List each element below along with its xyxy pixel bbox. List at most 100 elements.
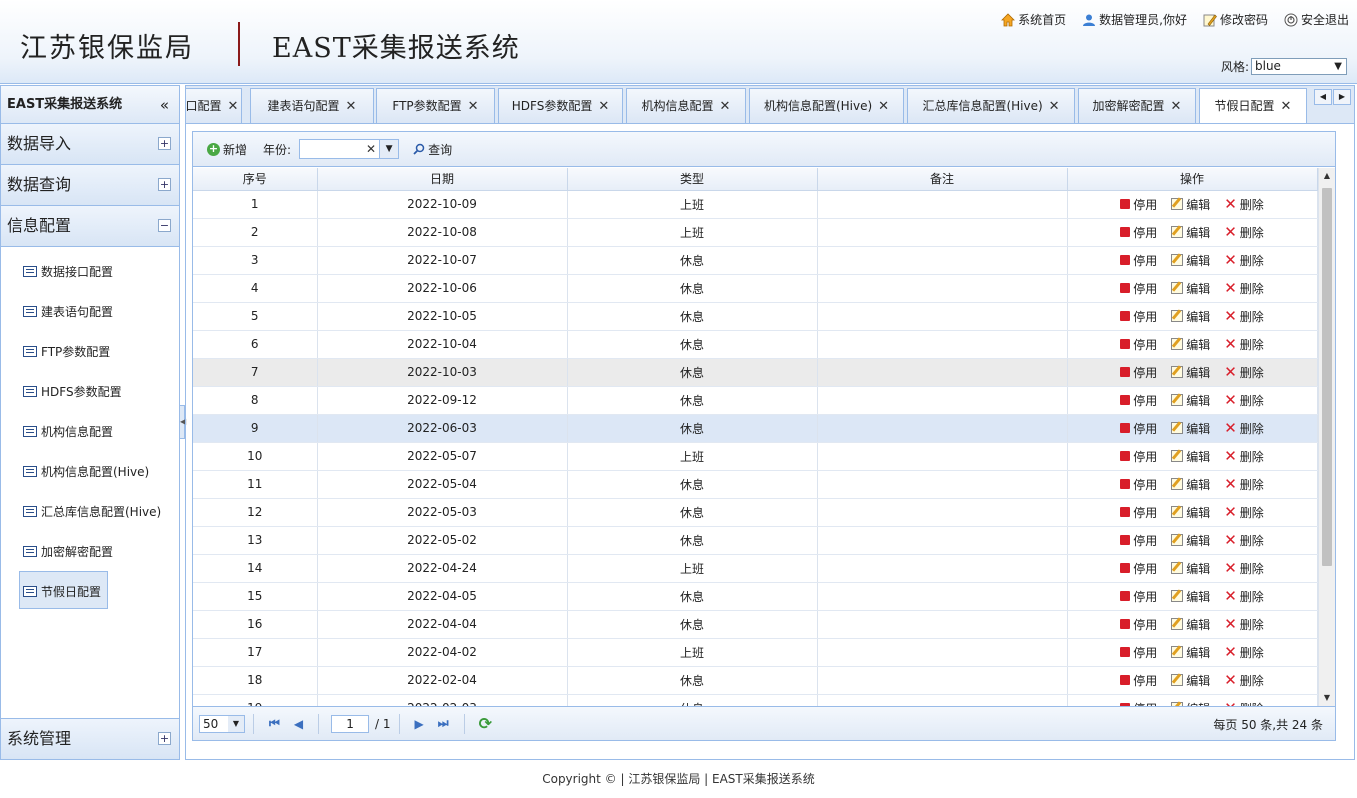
disable-button[interactable]: 停用	[1120, 308, 1157, 325]
grid-vertical-scrollbar[interactable]: ▲ ▼	[1318, 168, 1335, 706]
delete-button[interactable]: ✕删除	[1224, 588, 1264, 605]
edit-button[interactable]: 编辑	[1171, 672, 1210, 689]
user-link[interactable]: 数据管理员,你好	[1082, 11, 1187, 28]
table-row[interactable]: 192022-02-03休息 停用编辑✕删除	[193, 694, 1318, 706]
edit-button[interactable]: 编辑	[1171, 560, 1210, 577]
delete-button[interactable]: ✕删除	[1224, 532, 1264, 549]
sidebar-section-data-query[interactable]: 数据查询 +	[1, 165, 179, 206]
current-page-input[interactable]: 1	[331, 714, 370, 733]
scroll-down-icon[interactable]: ▼	[1319, 690, 1335, 706]
disable-button[interactable]: 停用	[1120, 252, 1157, 269]
refresh-icon[interactable]: ⟳	[479, 714, 492, 733]
table-row[interactable]: 18 2022-02-04 休息 停用 编辑 ✕ 删除	[193, 666, 1318, 695]
edit-button[interactable]: 编辑	[1171, 336, 1210, 353]
table-row[interactable]: 17 2022-04-02 上班 停用 编辑 ✕ 删除	[193, 638, 1318, 667]
edit-button[interactable]: 编辑	[1171, 476, 1210, 493]
column-header-no[interactable]: 序号	[193, 168, 318, 191]
clear-icon[interactable]: ✕	[366, 142, 376, 156]
table-row[interactable]: 6 2022-10-04 休息 停用 编辑 ✕ 删除	[193, 330, 1318, 359]
tab-crypto-config[interactable]: 加密解密配置 ✕	[1078, 88, 1196, 123]
close-icon[interactable]: ✕	[720, 99, 731, 114]
scroll-up-icon[interactable]: ▲	[1319, 168, 1335, 184]
sidebar-item-org-config[interactable]: 机构信息配置	[1, 411, 179, 451]
table-row[interactable]: 13 2022-05-02 休息 停用 编辑 ✕ 删除	[193, 526, 1318, 555]
disable-button[interactable]: 停用	[1120, 560, 1157, 577]
sidebar-item-ddl-config[interactable]: 建表语句配置	[1, 291, 179, 331]
sidebar-item-hdfs-config[interactable]: HDFS参数配置	[1, 371, 179, 411]
delete-button[interactable]: ✕删除	[1224, 420, 1264, 437]
sidebar-section-data-import[interactable]: 数据导入 +	[1, 124, 179, 165]
prev-page-icon[interactable]: ◀	[294, 717, 303, 731]
close-icon[interactable]: ✕	[598, 99, 609, 114]
edit-button[interactable]: 编辑	[1171, 504, 1210, 521]
last-page-icon[interactable]: ⏭	[438, 716, 449, 731]
edit-button[interactable]: 编辑	[1171, 224, 1210, 241]
delete-button[interactable]: ✕删除	[1224, 196, 1264, 213]
edit-button[interactable]: 编辑	[1171, 448, 1210, 465]
table-row[interactable]: 4 2022-10-06 休息 停用 编辑 ✕ 删除	[193, 274, 1318, 303]
edit-button[interactable]: 编辑	[1171, 196, 1210, 213]
collapse-icon[interactable]: −	[158, 219, 171, 232]
disable-button[interactable]: 停用	[1120, 672, 1157, 689]
disable-button[interactable]: 停用	[1120, 224, 1157, 241]
close-icon[interactable]: ✕	[1281, 99, 1292, 114]
delete-button[interactable]: ✕删除	[1224, 560, 1264, 577]
disable-button[interactable]: 停用	[1120, 616, 1157, 633]
disable-button[interactable]: 停用	[1120, 532, 1157, 549]
disable-button[interactable]: 停用	[1120, 336, 1157, 353]
tab-hdfs-config[interactable]: HDFS参数配置 ✕	[498, 88, 623, 123]
disable-button[interactable]: 停用	[1120, 476, 1157, 493]
edit-button[interactable]: 编辑	[1171, 588, 1210, 605]
expand-icon[interactable]: +	[158, 178, 171, 191]
column-header-type[interactable]: 类型	[567, 168, 818, 191]
edit-button[interactable]: 编辑	[1171, 420, 1210, 437]
table-row[interactable]: 11 2022-05-04 休息 停用 编辑 ✕ 删除	[193, 470, 1318, 499]
expand-icon[interactable]: +	[158, 732, 171, 745]
delete-button[interactable]: ✕删除	[1224, 364, 1264, 381]
close-icon[interactable]: ✕	[468, 99, 479, 114]
close-icon[interactable]: ✕	[228, 99, 239, 114]
delete-button[interactable]: ✕删除	[1224, 308, 1264, 325]
close-icon[interactable]: ✕	[878, 99, 889, 114]
table-row[interactable]: 9 2022-06-03 休息 停用 编辑 ✕ 删除	[193, 414, 1318, 443]
edit-button[interactable]: 编辑	[1171, 616, 1210, 633]
delete-button[interactable]: ✕删除	[1224, 448, 1264, 465]
table-row[interactable]: 5 2022-10-05 休息 停用 编辑 ✕ 删除	[193, 302, 1318, 331]
disable-button[interactable]: 停用	[1120, 196, 1157, 213]
edit-button[interactable]: 编辑	[1171, 392, 1210, 409]
table-row[interactable]: 1 2022-10-09 上班 停用 编辑 ✕ 删除	[193, 190, 1318, 219]
delete-button[interactable]: ✕删除	[1224, 252, 1264, 269]
edit-button[interactable]: 编辑	[1171, 308, 1210, 325]
sidebar-item-crypto-config[interactable]: 加密解密配置	[1, 531, 179, 571]
tab-summary-hive-config[interactable]: 汇总库信息配置(Hive) ✕	[907, 88, 1075, 123]
change-password-link[interactable]: 修改密码	[1203, 11, 1268, 28]
tab-org-config[interactable]: 机构信息配置 ✕	[626, 88, 746, 123]
style-select[interactable]: blue ▼	[1251, 58, 1347, 75]
edit-button[interactable]: 编辑	[1171, 644, 1210, 661]
delete-button[interactable]: ✕删除	[1224, 476, 1264, 493]
tab-ftp-config[interactable]: FTP参数配置 ✕	[376, 88, 495, 123]
sidebar-section-system-admin[interactable]: 系统管理 +	[1, 718, 179, 759]
disable-button[interactable]: 停用	[1120, 420, 1157, 437]
scroll-thumb[interactable]	[1322, 188, 1332, 566]
table-row[interactable]: 2 2022-10-08 上班 停用 编辑 ✕ 删除	[193, 218, 1318, 247]
delete-button[interactable]: ✕删除	[1224, 672, 1264, 689]
disable-button[interactable]: 停用	[1120, 392, 1157, 409]
dropdown-arrow-icon[interactable]: ▼	[379, 140, 399, 158]
sidebar-item-ftp-config[interactable]: FTP参数配置	[1, 331, 179, 371]
tab-scroll-left-icon[interactable]: ◀	[1314, 89, 1332, 105]
delete-button[interactable]: ✕删除	[1224, 504, 1264, 521]
collapse-sidebar-icon[interactable]: «	[160, 86, 169, 124]
edit-button[interactable]: 编辑	[1171, 532, 1210, 549]
sidebar-item-summary-hive-config[interactable]: 汇总库信息配置(Hive)	[1, 491, 179, 531]
delete-button[interactable]: ✕删除	[1224, 644, 1264, 661]
disable-button[interactable]: 停用	[1120, 280, 1157, 297]
expand-icon[interactable]: +	[158, 137, 171, 150]
add-button[interactable]: + 新增	[207, 141, 247, 158]
logout-link[interactable]: 安全退出	[1284, 11, 1349, 28]
table-row[interactable]: 3 2022-10-07 休息 停用 编辑 ✕ 删除	[193, 246, 1318, 275]
close-icon[interactable]: ✕	[1171, 99, 1182, 114]
disable-button[interactable]: 停用	[1120, 364, 1157, 381]
column-header-note[interactable]: 备注	[817, 168, 1068, 191]
tab-ddl-config[interactable]: 建表语句配置 ✕	[250, 88, 374, 123]
